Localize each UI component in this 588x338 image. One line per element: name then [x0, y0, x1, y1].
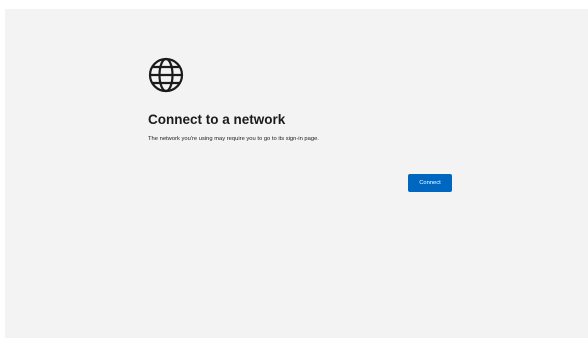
content-panel: [5, 9, 588, 338]
connect-button[interactable]: Connect: [408, 174, 452, 192]
globe-icon: [148, 57, 184, 93]
page-title: Connect to a network: [148, 112, 286, 127]
description-text: The network you're using may require you…: [148, 136, 319, 142]
page: Connect to a network The network you're …: [0, 0, 588, 338]
